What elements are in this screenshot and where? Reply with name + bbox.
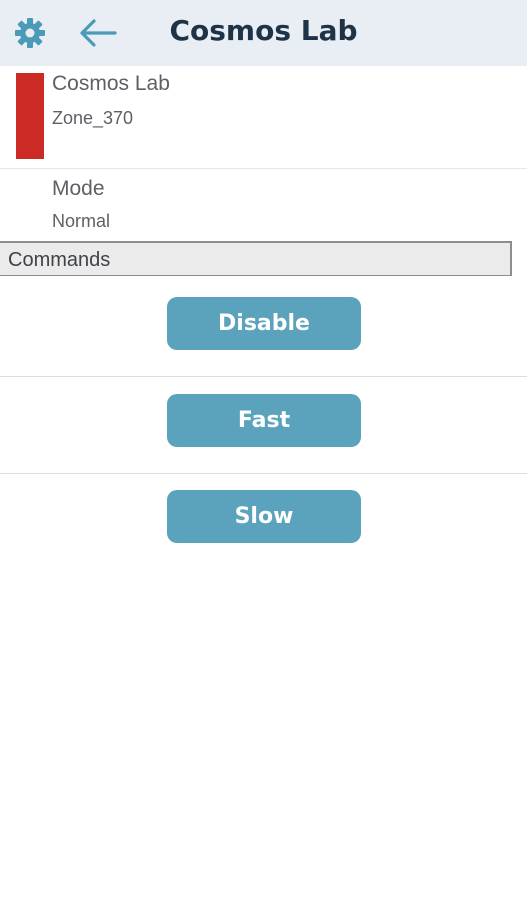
command-row-disable: Disable xyxy=(0,280,527,377)
device-info-row[interactable]: Cosmos Lab Zone_370 xyxy=(0,66,527,169)
device-name: Cosmos Lab xyxy=(52,72,170,95)
fast-button[interactable]: Fast xyxy=(167,394,361,447)
slow-button[interactable]: Slow xyxy=(167,490,361,543)
disable-button[interactable]: Disable xyxy=(167,297,361,350)
commands-section-label: Commands xyxy=(8,249,111,271)
device-zone: Zone_370 xyxy=(52,108,134,128)
mode-row: Mode Normal xyxy=(0,169,527,241)
command-row-slow: Slow xyxy=(0,473,527,569)
mode-value: Normal xyxy=(52,211,111,231)
commands-section-header: Commands xyxy=(0,241,512,276)
page-title: Cosmos Lab xyxy=(169,14,358,47)
mode-label: Mode xyxy=(52,177,105,200)
app-header: Cosmos Lab xyxy=(0,0,527,66)
command-row-fast: Fast xyxy=(0,377,527,474)
device-status-color-bar xyxy=(16,73,44,159)
